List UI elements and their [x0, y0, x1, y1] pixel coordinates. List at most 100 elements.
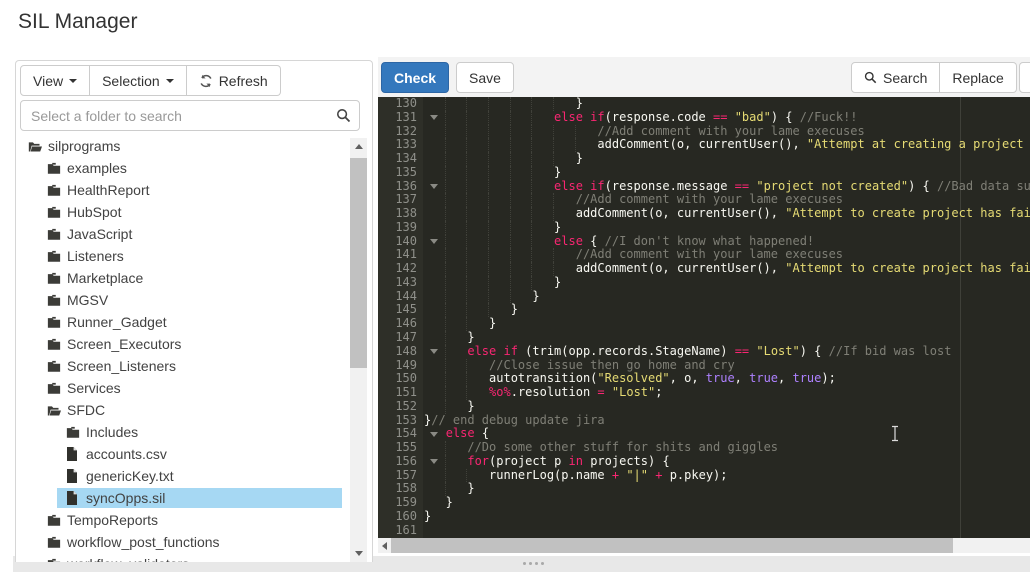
code-token: , [778, 371, 793, 386]
scroll-left-icon[interactable] [378, 538, 391, 553]
code-editor[interactable]: 130 131 132 133 134 135 136 137 138 139 140 141 142 1… [378, 97, 1030, 538]
tree-item[interactable]: genericKey.txt [16, 465, 372, 487]
tree-item-label: workflow_post_functions [67, 534, 220, 550]
indent-guide [466, 386, 468, 400]
indent-guide [466, 275, 468, 290]
tree-item[interactable]: Screen_Listeners [16, 355, 372, 377]
indent-guide [531, 275, 533, 290]
indent-guide [466, 97, 468, 111]
fold-arrow-icon[interactable] [430, 431, 438, 437]
tree-item[interactable]: HubSpot [16, 201, 372, 223]
replace-button[interactable]: Replace [940, 62, 1017, 93]
indent-guide [488, 165, 490, 180]
line-number: 155 [395, 440, 417, 455]
tree-item[interactable]: silprograms [16, 135, 372, 157]
tree-item[interactable]: TempoReports [16, 509, 372, 531]
code-token: "|" [626, 467, 648, 482]
indent-guide [444, 152, 446, 166]
scroll-up-icon[interactable] [350, 138, 367, 155]
code-token: } [424, 288, 540, 303]
tree-item[interactable]: Services [16, 377, 372, 399]
fold-arrow-icon[interactable] [430, 114, 438, 120]
code-line: } [423, 97, 1030, 111]
search-button[interactable]: Search [851, 62, 941, 93]
code-line: addComment(o, currentUser(), "Attempt to… [423, 206, 1030, 221]
code-token: (trim(opp.records.StageName) [517, 343, 735, 358]
tree-item[interactable]: Includes [16, 421, 372, 443]
clipped-toolbar-button[interactable] [1019, 62, 1030, 93]
indent-guide [466, 124, 468, 139]
indent-guide [444, 165, 446, 180]
tree-item[interactable]: HealthReport [16, 179, 372, 201]
indent-guide [488, 97, 490, 111]
view-button[interactable]: View [20, 65, 91, 96]
code-line: //Add comment with your lame execuses [423, 123, 1030, 139]
folder-icon [47, 250, 61, 263]
tree-item[interactable]: workflow_post_functions [16, 531, 372, 553]
code-line: } [423, 495, 1030, 510]
indent-guide [531, 152, 533, 166]
tree-scrollbar[interactable] [350, 138, 367, 562]
code-token: //Add comment with your lame execuses [575, 247, 844, 262]
tree-item[interactable]: Screen_Executors [16, 333, 372, 355]
code-line: //Add comment with your lame execuses [423, 247, 1030, 263]
indent-guide [509, 207, 511, 221]
scroll-down-icon[interactable] [350, 545, 367, 562]
tree-scrollbar-thumb[interactable] [350, 158, 367, 368]
line-number: 158 [395, 481, 417, 496]
indent-guide [466, 165, 468, 180]
tree-toolbar: View Selection Refresh [20, 65, 281, 96]
code-line: else { //I don't know what happened! [423, 233, 1030, 249]
indent-guide [444, 441, 446, 455]
tree-item-label: silprograms [48, 138, 121, 154]
indent-guide [444, 207, 446, 221]
tree-item-label: workflow_validators [67, 556, 189, 562]
code-token: //Add comment with your lame execuses [597, 123, 865, 138]
selection-button[interactable]: Selection [90, 65, 187, 96]
indent-guide [531, 165, 533, 180]
code-line: } [423, 288, 1030, 304]
tree-item[interactable]: syncOpps.sil [16, 487, 372, 509]
indent-guide [488, 303, 490, 318]
tree-item[interactable]: JavaScript [16, 223, 372, 245]
folder-icon [47, 162, 61, 175]
indent-guide [509, 165, 511, 180]
code-line: //Close issue then go home and cry [423, 358, 1030, 373]
code-area[interactable]: } else if(response.code == "bad") { //Fu… [423, 97, 1030, 538]
line-number: 146 [395, 316, 417, 331]
tree-item[interactable]: Runner_Gadget [16, 311, 372, 333]
folder-icon [47, 294, 61, 307]
folder-search-input[interactable] [20, 100, 360, 131]
fold-arrow-icon[interactable] [430, 459, 438, 465]
fold-arrow-icon[interactable] [430, 238, 438, 244]
editor-hscrollbar-thumb[interactable] [391, 538, 953, 553]
editor-horizontal-scrollbar[interactable] [378, 538, 1030, 553]
line-number: 149 [395, 357, 417, 372]
fold-arrow-icon[interactable] [430, 349, 438, 355]
tree-item-label: TempoReports [67, 512, 159, 528]
code-token: //I don't know what happened! [604, 233, 815, 248]
indent-guide [531, 138, 533, 153]
indent-guide [531, 193, 533, 208]
save-button[interactable]: Save [456, 62, 514, 93]
tree-item[interactable]: SFDC [16, 399, 372, 421]
check-button[interactable]: Check [381, 62, 450, 93]
tree-item[interactable]: workflow_validators [16, 553, 372, 562]
code-token: } [424, 508, 432, 523]
tree-item[interactable]: MGSV [16, 289, 372, 311]
refresh-button[interactable]: Refresh [186, 65, 281, 96]
tree-item[interactable]: accounts.csv [16, 443, 372, 465]
folder-icon [47, 184, 61, 197]
fold-arrow-icon[interactable] [430, 183, 438, 189]
tree-item[interactable]: Listeners [16, 245, 372, 267]
tree-item[interactable]: examples [16, 157, 372, 179]
tree-item[interactable]: Marketplace [16, 267, 372, 289]
code-token: else [445, 426, 475, 441]
code-line: } [423, 508, 1030, 524]
indent-guide [553, 138, 555, 153]
indent-guide [553, 124, 555, 139]
